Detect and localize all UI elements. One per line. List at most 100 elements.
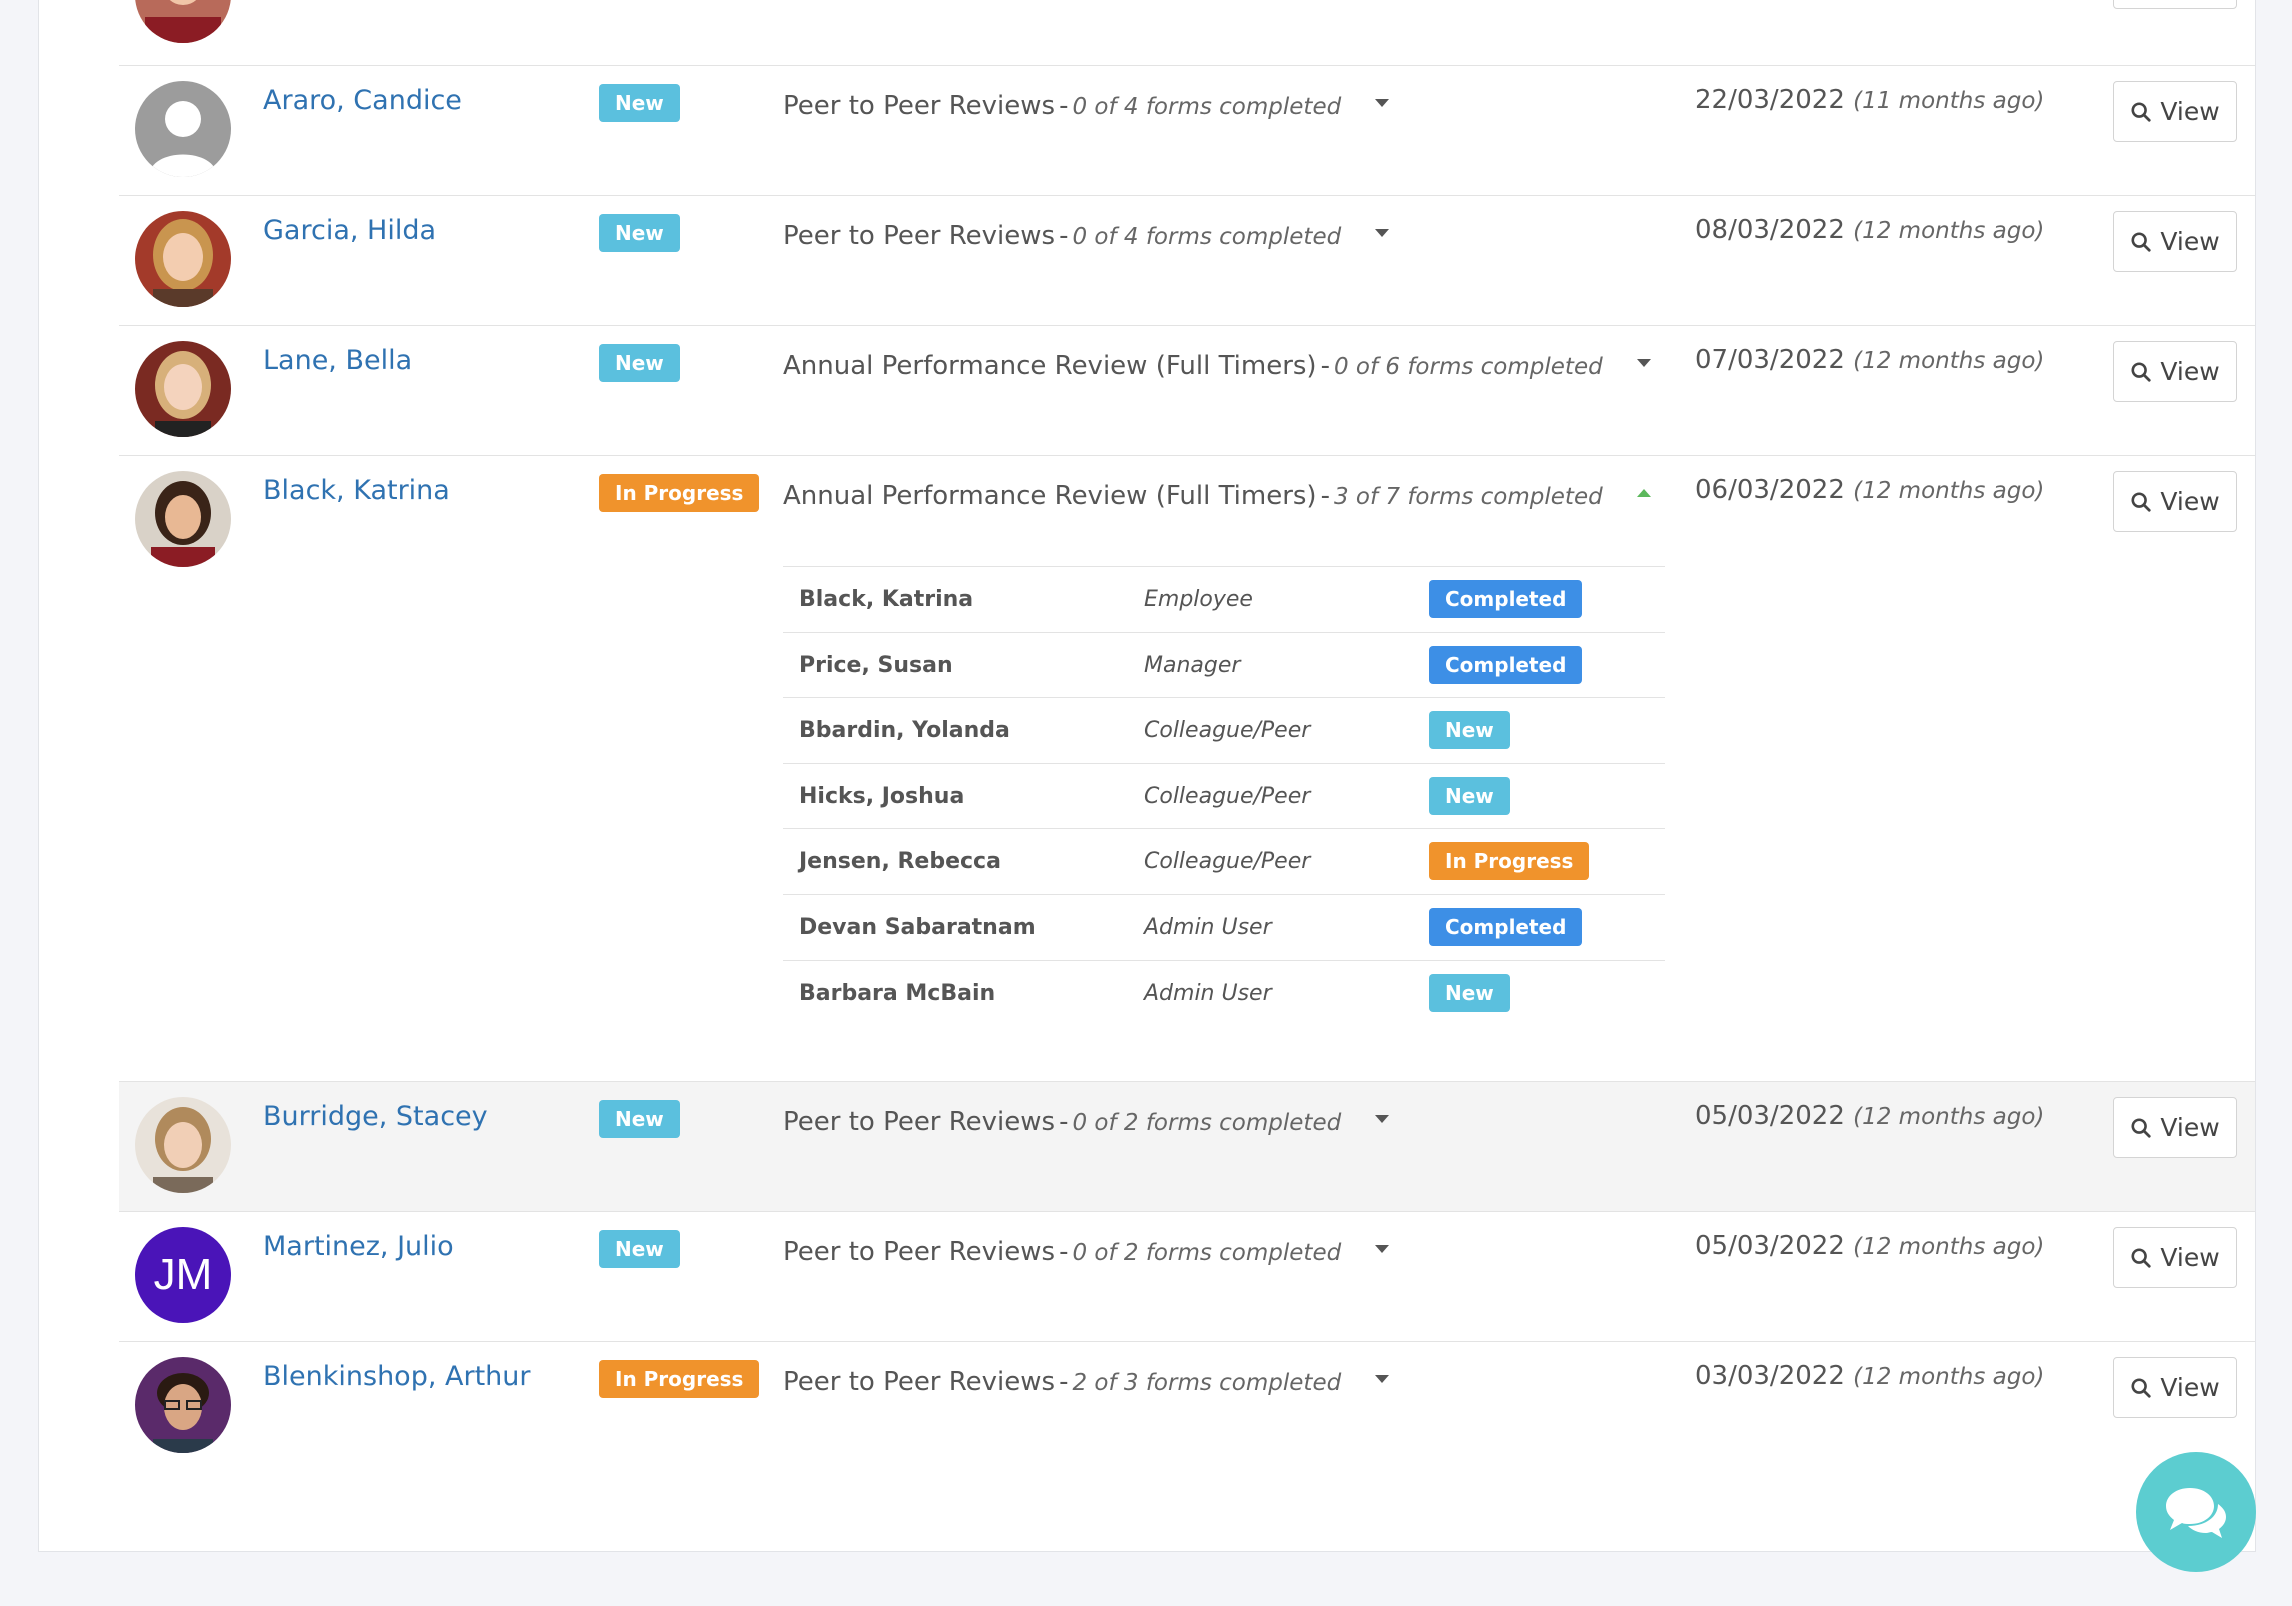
form-status-badge: Completed (1429, 645, 1583, 684)
employee-name-link[interactable]: Lane, Bella (263, 345, 412, 376)
date-ago: (12 months ago) (1853, 348, 2045, 374)
separator: - (1059, 91, 1069, 121)
view-button-label: View (2160, 97, 2220, 126)
review-type: Peer to Peer Reviews (783, 221, 1056, 251)
review-date: 03/03/2022 (12 months ago) (1695, 1361, 2044, 1391)
view-button[interactable]: View (2113, 341, 2237, 402)
review-type: Annual Performance Review (Full Timers) (783, 351, 1317, 381)
separator: - (1320, 481, 1330, 511)
table-row: Burridge, Stacey New Peer to Peer Review… (119, 1081, 2255, 1211)
reviews-panel: Araro, Candice New Peer to Peer Reviews -… (38, 0, 2256, 1552)
avatar (135, 341, 231, 437)
chat-button[interactable] (2136, 1452, 2256, 1572)
form-reviewer-role: Colleague/Peer (1144, 783, 1311, 809)
date-value: 06/03/2022 (1695, 475, 1845, 505)
review-date: 06/03/2022 (12 months ago) (1695, 475, 2044, 505)
review-type: Peer to Peer Reviews (783, 1107, 1056, 1137)
review-summary: Peer to Peer Reviews -0 of 2 forms comple… (783, 1107, 1390, 1137)
review-summary: Peer to Peer Reviews -0 of 4 forms comple… (783, 91, 1390, 121)
status-badge: New (599, 1100, 680, 1138)
separator: - (1059, 221, 1069, 251)
view-button-partial[interactable] (2113, 0, 2237, 9)
form-row: Price, Susan Manager Completed (783, 633, 1665, 699)
form-reviewer-role: Employee (1144, 587, 1253, 612)
employee-name-link[interactable]: Garcia, Hilda (263, 215, 436, 246)
separator: - (1059, 1367, 1069, 1397)
view-button[interactable]: View (2113, 1357, 2237, 1418)
view-button[interactable]: View (2113, 471, 2237, 532)
review-progress: 3 of 7 forms completed (1333, 484, 1603, 510)
form-row: Barbara McBain Admin User New (783, 961, 1665, 1027)
date-ago: (11 months ago) (1853, 88, 2045, 114)
caret-down-icon[interactable] (1375, 1244, 1390, 1253)
separator: - (1320, 351, 1330, 381)
avatar (135, 1097, 231, 1193)
table-row: JM Martinez, Julio New Peer to Peer Revi… (119, 1211, 2255, 1341)
employee-name-link[interactable]: Araro, Candice (263, 85, 462, 116)
form-reviewer-name: Barbara McBain (799, 980, 996, 1006)
employee-name-link[interactable]: Blenkinshop, Arthur (263, 1361, 530, 1392)
avatar-initials: JM (135, 1227, 231, 1323)
avatar (135, 471, 231, 567)
form-reviewer-role: Colleague/Peer (1144, 718, 1311, 744)
form-status-badge: In Progress (1429, 842, 1590, 881)
caret-down-icon[interactable] (1375, 228, 1390, 237)
table-row: Araro, Candice New Peer to Peer Reviews -… (119, 65, 2255, 196)
date-value: 22/03/2022 (1695, 85, 1845, 115)
review-date: 07/03/2022 (12 months ago) (1695, 345, 2044, 375)
view-button-label: View (2160, 487, 2220, 516)
form-reviewer-name: Devan Sabaratnam (799, 914, 1036, 940)
status-badge: New (599, 84, 680, 122)
date-value: 07/03/2022 (1695, 345, 1845, 375)
review-progress: 0 of 6 forms completed (1333, 354, 1603, 380)
form-status-badge: Completed (1429, 580, 1583, 618)
review-type: Peer to Peer Reviews (783, 1367, 1056, 1397)
review-summary: Annual Performance Review (Full Timers) -… (783, 481, 1651, 511)
form-reviewer-name: Black, Katrina (799, 587, 974, 612)
date-ago: (12 months ago) (1853, 1234, 2045, 1260)
caret-down-icon[interactable] (1375, 1374, 1390, 1383)
forms-table: Black, Katrina Employee Completed Price,… (783, 566, 1665, 1026)
view-button-label: View (2160, 1113, 2220, 1142)
caret-down-icon[interactable] (1636, 358, 1651, 367)
date-value: 05/03/2022 (1695, 1231, 1845, 1261)
form-row: Hicks, Joshua Colleague/Peer New (783, 764, 1665, 830)
review-date: 08/03/2022 (12 months ago) (1695, 215, 2044, 245)
status-badge: In Progress (599, 474, 760, 512)
view-button[interactable]: View (2113, 211, 2237, 272)
view-button[interactable]: View (2113, 1097, 2237, 1158)
caret-down-icon[interactable] (1375, 1114, 1390, 1123)
view-button[interactable]: View (2113, 81, 2237, 142)
form-reviewer-name: Hicks, Joshua (799, 783, 965, 809)
form-reviewer-name: Bbardin, Yolanda (799, 718, 1010, 744)
employee-name-link[interactable]: Black, Katrina (263, 475, 450, 506)
search-icon (2131, 101, 2151, 122)
caret-up-icon[interactable] (1636, 488, 1651, 497)
separator: - (1059, 1237, 1069, 1267)
caret-down-icon[interactable] (1375, 98, 1390, 107)
chat-bubbles-icon (2166, 1488, 2226, 1538)
table-row: Garcia, Hilda New Peer to Peer Reviews -0… (119, 195, 2255, 325)
avatar (135, 0, 231, 43)
review-type: Annual Performance Review (Full Timers) (783, 481, 1317, 511)
view-button-label: View (2160, 227, 2220, 256)
form-reviewer-name: Price, Susan (799, 652, 953, 678)
avatar-placeholder (135, 81, 231, 177)
form-reviewer-role: Manager (1144, 652, 1241, 678)
avatar (135, 1357, 231, 1453)
form-reviewer-role: Colleague/Peer (1144, 849, 1311, 875)
form-status-badge: Completed (1429, 907, 1583, 946)
search-icon (2131, 1117, 2151, 1138)
view-button[interactable]: View (2113, 1227, 2237, 1288)
employee-name-link[interactable]: Burridge, Stacey (263, 1101, 488, 1132)
date-ago: (12 months ago) (1853, 478, 2045, 504)
avatar (135, 211, 231, 307)
separator: - (1059, 1107, 1069, 1137)
status-badge: In Progress (599, 1360, 760, 1398)
employee-name-link[interactable]: Martinez, Julio (263, 1231, 454, 1262)
date-value: 03/03/2022 (1695, 1361, 1845, 1391)
form-reviewer-role: Admin User (1144, 980, 1272, 1006)
review-date: 05/03/2022 (12 months ago) (1695, 1101, 2044, 1131)
view-button-label: View (2160, 1373, 2220, 1402)
date-ago: (12 months ago) (1853, 1364, 2045, 1390)
